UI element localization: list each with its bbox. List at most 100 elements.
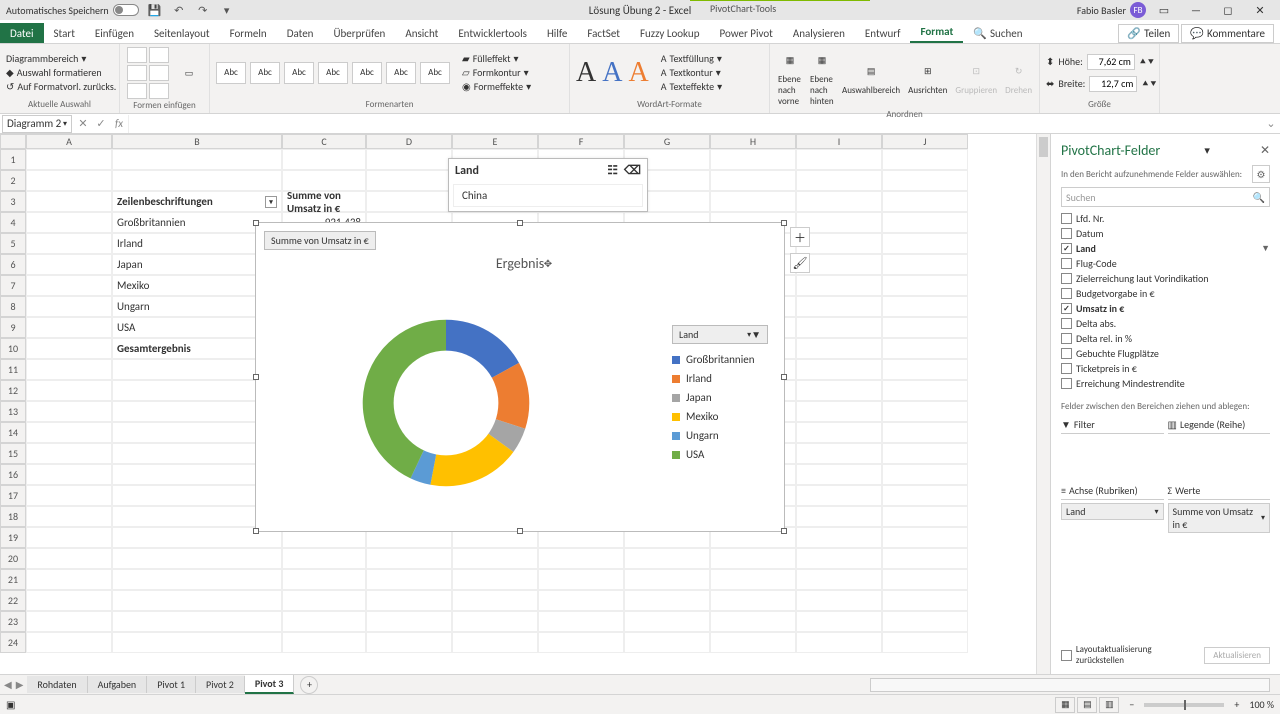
field-item[interactable]: Delta abs.	[1061, 316, 1270, 331]
cell[interactable]	[882, 212, 968, 233]
cell[interactable]	[366, 632, 452, 653]
selection-pane-button[interactable]: ▤Auswahlbereich	[840, 57, 902, 98]
sheet-tab[interactable]: Pivot 3	[245, 675, 295, 694]
legend-field-button[interactable]: Land▾▼	[672, 325, 768, 344]
tab-entwicklertools[interactable]: Entwicklertools	[448, 23, 537, 43]
cell[interactable]	[112, 632, 282, 653]
expand-formula-bar-icon[interactable]: ⌄	[1262, 117, 1280, 130]
text-effects-button[interactable]: ATexteffekte▾	[661, 80, 722, 93]
cell[interactable]	[882, 254, 968, 275]
tab-daten[interactable]: Daten	[277, 23, 324, 43]
cell[interactable]	[796, 359, 882, 380]
shape-outline-button[interactable]: ▱Formkontur▾	[462, 66, 531, 79]
sheet-tab[interactable]: Aufgaben	[88, 676, 148, 693]
row-header[interactable]: 14	[0, 422, 26, 443]
tab-suchen[interactable]: 🔍Suchen	[963, 23, 1032, 43]
row-header[interactable]: 16	[0, 464, 26, 485]
field-item[interactable]: Zielerreichung laut Vorindikation	[1061, 271, 1270, 286]
row-header[interactable]: 22	[0, 590, 26, 611]
style-preset[interactable]: Abc	[420, 62, 450, 84]
cell[interactable]	[26, 149, 112, 170]
row-header[interactable]: 19	[0, 527, 26, 548]
change-shape-button[interactable]: ▭	[175, 59, 203, 87]
tab-ansicht[interactable]: Ansicht	[395, 23, 448, 43]
cell[interactable]	[796, 380, 882, 401]
cell[interactable]	[366, 170, 452, 191]
defer-checkbox[interactable]	[1061, 650, 1072, 661]
comments-button[interactable]: 💬Kommentare	[1181, 24, 1274, 43]
filter-icon[interactable]: ▼	[1261, 243, 1270, 254]
redo-icon[interactable]: ↷	[195, 2, 211, 18]
fx-icon[interactable]: fx	[110, 117, 128, 130]
tab-fuzzy[interactable]: Fuzzy Lookup	[630, 23, 710, 43]
style-preset[interactable]: Abc	[386, 62, 416, 84]
reset-style-button[interactable]: ↺Auf Formatvorl. zurücks.	[6, 80, 116, 93]
tab-formeln[interactable]: Formeln	[220, 23, 277, 43]
filter-drop-area[interactable]	[1061, 434, 1164, 478]
column-header[interactable]: G	[624, 134, 710, 149]
cell[interactable]	[282, 611, 366, 632]
zoom-out-button[interactable]: −	[1129, 698, 1134, 711]
cell[interactable]	[366, 149, 452, 170]
cell[interactable]	[882, 401, 968, 422]
sheet-tab[interactable]: Pivot 1	[147, 676, 196, 693]
cell[interactable]	[796, 611, 882, 632]
row-header[interactable]: 4	[0, 212, 26, 233]
cell[interactable]	[796, 170, 882, 191]
cell[interactable]	[112, 548, 282, 569]
name-box[interactable]: Diagramm 2▾	[2, 115, 72, 133]
cell[interactable]	[796, 317, 882, 338]
slicer-land[interactable]: Land ☷ ⌫ China	[448, 158, 648, 212]
share-button[interactable]: 🔗Teilen	[1118, 24, 1179, 43]
cell[interactable]	[624, 611, 710, 632]
axis-field-land[interactable]: Land▾	[1061, 503, 1164, 520]
close-icon[interactable]: ✕	[1246, 1, 1274, 19]
cell[interactable]	[538, 611, 624, 632]
cell[interactable]	[112, 569, 282, 590]
field-item[interactable]: Land▼	[1061, 241, 1270, 256]
column-header[interactable]: J	[882, 134, 968, 149]
cell[interactable]	[710, 569, 796, 590]
cell[interactable]	[710, 170, 796, 191]
field-item[interactable]: Lfd. Nr.	[1061, 211, 1270, 226]
cell[interactable]	[882, 338, 968, 359]
spinner-icon[interactable]: ⯅⯆	[1139, 55, 1155, 68]
page-layout-view-button[interactable]: ▤	[1077, 697, 1097, 713]
cell[interactable]	[282, 590, 366, 611]
cell[interactable]	[796, 191, 882, 212]
cell[interactable]	[796, 506, 882, 527]
user-name[interactable]: Fabio Basler	[1077, 4, 1126, 17]
cell[interactable]	[282, 548, 366, 569]
cell[interactable]	[26, 506, 112, 527]
qat-customize-icon[interactable]: ▾	[219, 2, 235, 18]
field-item[interactable]: Budgetvorgabe in €	[1061, 286, 1270, 301]
tab-entwurf[interactable]: Entwurf	[855, 23, 911, 43]
tab-ueberpruefen[interactable]: Überprüfen	[323, 23, 395, 43]
column-header[interactable]: D	[366, 134, 452, 149]
cell[interactable]	[452, 632, 538, 653]
cell[interactable]	[26, 548, 112, 569]
cell[interactable]	[26, 338, 112, 359]
cell[interactable]	[26, 212, 112, 233]
tab-powerpivot[interactable]: Power Pivot	[709, 23, 782, 43]
cell[interactable]	[882, 149, 968, 170]
cell[interactable]	[796, 149, 882, 170]
column-header[interactable]: E	[452, 134, 538, 149]
minimize-icon[interactable]: —	[1182, 1, 1210, 19]
row-header[interactable]: 13	[0, 401, 26, 422]
field-item[interactable]: Delta rel. in %	[1061, 331, 1270, 346]
field-item[interactable]: Gebuchte Flugplätze	[1061, 346, 1270, 361]
cell[interactable]	[26, 254, 112, 275]
cell[interactable]	[26, 275, 112, 296]
cell[interactable]	[796, 401, 882, 422]
cell[interactable]	[282, 569, 366, 590]
maximize-icon[interactable]: ◻	[1214, 1, 1242, 19]
cell[interactable]	[882, 464, 968, 485]
tab-einfuegen[interactable]: Einfügen	[85, 23, 144, 43]
shape-effects-button[interactable]: ◉Formeffekte▾	[462, 80, 531, 93]
legend-item[interactable]: Mexiko	[672, 407, 768, 426]
chart-element-selector[interactable]: Diagrammbereich ▾	[6, 52, 116, 65]
page-break-view-button[interactable]: ▥	[1099, 697, 1119, 713]
width-input[interactable]	[1089, 76, 1137, 92]
cell[interactable]	[112, 611, 282, 632]
